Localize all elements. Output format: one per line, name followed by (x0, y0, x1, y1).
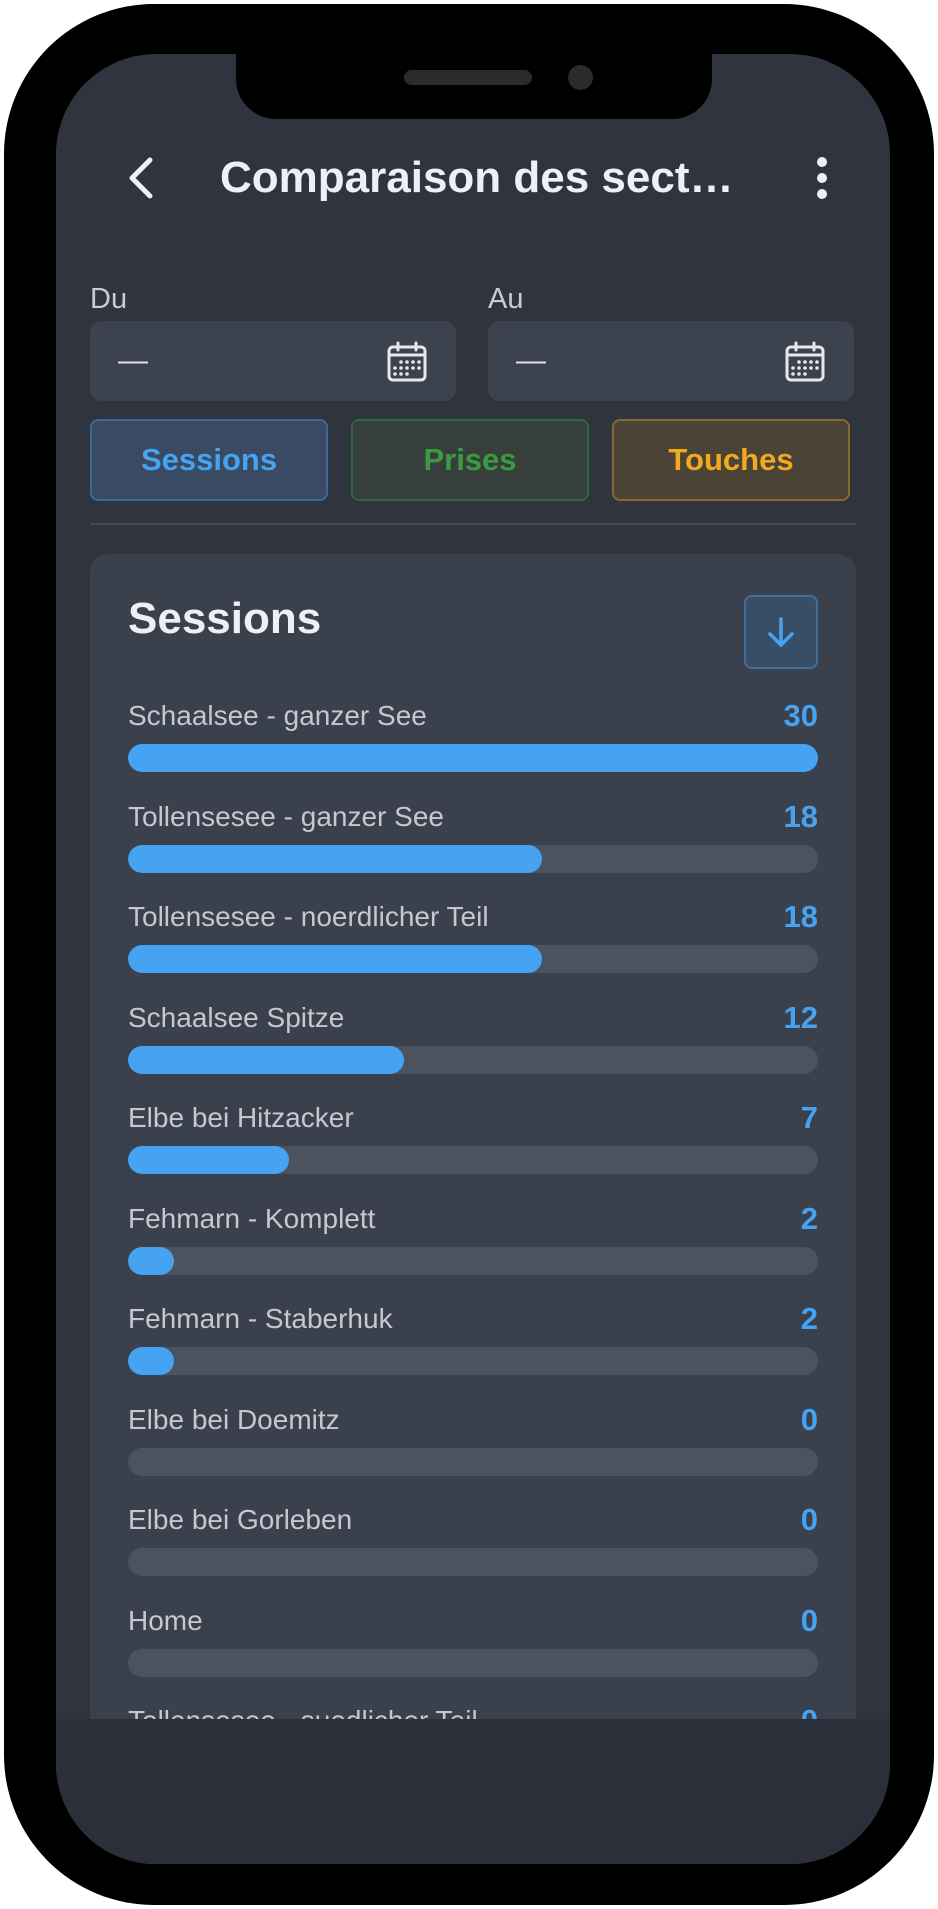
progress-track (128, 1046, 818, 1074)
sector-value: 0 (800, 1603, 818, 1638)
divider (90, 523, 856, 525)
sector-label: Tollensesee - suedlicher Teil (128, 1704, 478, 1719)
sector-label: Schaalsee - ganzer See (128, 700, 427, 731)
progress-fill (128, 744, 818, 772)
date-from-field[interactable]: — (90, 321, 456, 401)
sort-button[interactable] (744, 595, 818, 669)
chevron-left-icon (129, 157, 153, 199)
sector-row: Tollensesee - suedlicher Teil 0 (128, 1704, 818, 1720)
progress-track (128, 1347, 818, 1375)
progress-fill (128, 1347, 174, 1375)
speaker (404, 70, 532, 85)
sector-label: Elbe bei Doemitz (128, 1404, 340, 1435)
date-from-value: — (118, 344, 148, 377)
sector-row: Elbe bei Doemitz 0 (128, 1403, 818, 1483)
progress-track (128, 1247, 818, 1275)
prises-metric-button[interactable]: Prises (351, 419, 589, 501)
progress-track (128, 744, 818, 772)
progress-fill (128, 945, 542, 973)
app-screen: Comparaison des sect… Du — Au — Sessions… (56, 54, 890, 1864)
date-from-label: Du (90, 283, 128, 315)
notch (236, 54, 712, 119)
app-header: Comparaison des sect… (56, 132, 890, 224)
calendar-icon[interactable] (784, 341, 826, 383)
sector-label: Elbe bei Gorleben (128, 1504, 353, 1535)
progress-track (128, 945, 818, 973)
date-to-value: — (516, 344, 546, 377)
sector-label: Tollensesee - noerdlicher Teil (128, 901, 489, 932)
progress-fill (128, 1247, 174, 1275)
sector-value: 7 (800, 1100, 818, 1135)
calendar-icon[interactable] (386, 341, 428, 383)
progress-track (128, 1146, 818, 1174)
card-scroll-area[interactable]: Sessions Schaalsee - ganzer See 30 Tollens… (90, 554, 856, 1719)
sector-row: Fehmarn - Komplett 2 (128, 1202, 818, 1282)
progress-track (128, 845, 818, 873)
progress-track (128, 1548, 818, 1576)
sector-label: Fehmarn - Komplett (128, 1203, 376, 1234)
bottom-area (56, 1719, 890, 1864)
sector-label: Schaalsee Spitze (128, 1002, 345, 1033)
date-to-label: Au (488, 283, 524, 315)
sector-row: Schaalsee Spitze 12 (128, 1001, 818, 1081)
progress-track (128, 1448, 818, 1476)
sector-value: 18 (783, 899, 818, 934)
sector-row: Elbe bei Gorleben 0 (128, 1503, 818, 1583)
sector-row: Tollensesee - noerdlicher Teil 18 (128, 900, 818, 980)
sector-value: 2 (800, 1201, 818, 1236)
back-button[interactable] (112, 148, 172, 208)
sector-label: Fehmarn - Staberhuk (128, 1303, 393, 1334)
sector-row: Tollensesee - ganzer See 18 (128, 800, 818, 880)
card-title: Sessions (128, 594, 322, 643)
sector-value: 30 (783, 698, 818, 733)
progress-fill (128, 1046, 404, 1074)
sector-label: Tollensesee - ganzer See (128, 801, 444, 832)
sector-row: Fehmarn - Staberhuk 2 (128, 1302, 818, 1382)
page-title: Comparaison des sect… (220, 153, 734, 202)
phone-frame: Comparaison des sect… Du — Au — Sessions… (4, 4, 934, 1905)
arrow-down-icon (768, 617, 794, 647)
sessions-metric-button[interactable]: Sessions (90, 419, 328, 501)
date-to-field[interactable]: — (488, 321, 854, 401)
sector-value: 12 (783, 1000, 818, 1035)
progress-fill (128, 845, 542, 873)
sector-row: Schaalsee - ganzer See 30 (128, 699, 818, 779)
sector-row: Home 0 (128, 1604, 818, 1684)
front-camera (568, 65, 593, 90)
sector-label: Elbe bei Hitzacker (128, 1102, 354, 1133)
sector-value: 0 (800, 1502, 818, 1537)
sector-row: Elbe bei Hitzacker 7 (128, 1101, 818, 1181)
comparison-card: Sessions Schaalsee - ganzer See 30 Tollens… (90, 554, 856, 1864)
sector-value: 0 (801, 1704, 818, 1720)
progress-fill (128, 1146, 289, 1174)
touches-metric-button[interactable]: Touches (612, 419, 850, 501)
sector-label: Home (128, 1605, 203, 1636)
sector-value: 2 (800, 1301, 818, 1336)
more-vertical-icon (817, 157, 827, 199)
sector-value: 0 (800, 1402, 818, 1437)
sector-value: 18 (783, 799, 818, 834)
more-options-button[interactable] (792, 148, 852, 208)
progress-track (128, 1649, 818, 1677)
